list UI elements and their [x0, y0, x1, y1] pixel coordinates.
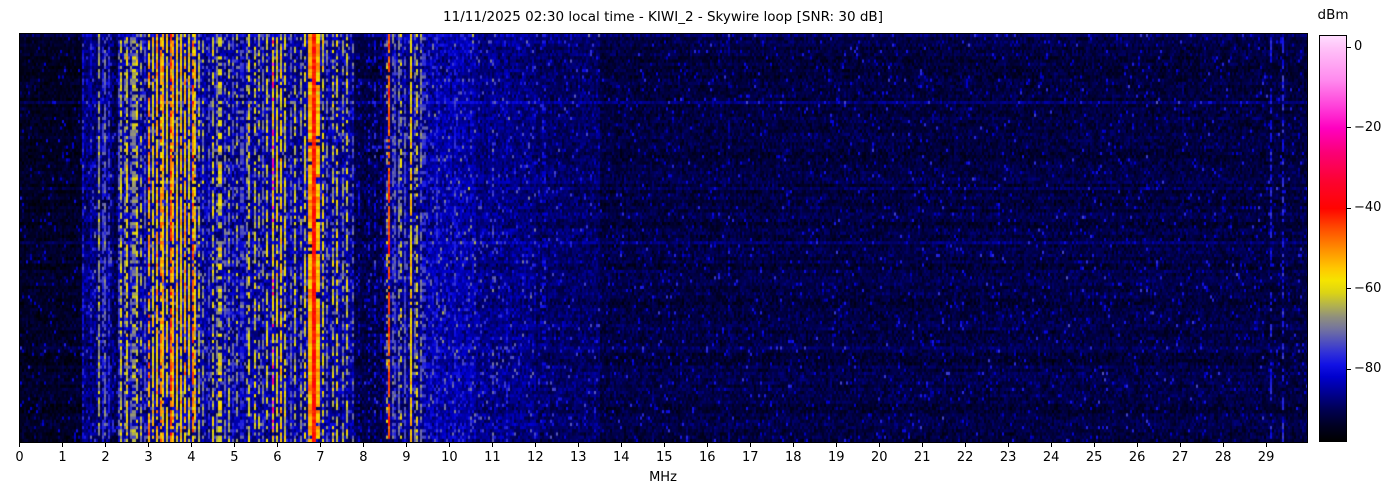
x-tick-mark [1007, 443, 1009, 447]
x-tick-mark [749, 443, 751, 447]
x-tick-label: 2 [101, 450, 110, 465]
spectrogram-figure: 11/11/2025 02:30 local time - KIWI_2 - S… [0, 0, 1400, 500]
x-tick-mark [61, 443, 63, 447]
x-tick-mark [1179, 443, 1181, 447]
x-tick-mark [964, 443, 966, 447]
x-tick-label: 5 [230, 450, 239, 465]
x-tick-mark [19, 443, 20, 447]
x-tick-mark [835, 443, 837, 447]
x-tick-label: 3 [144, 450, 153, 465]
x-tick-label: 24 [1042, 450, 1060, 465]
x-tick-mark [1050, 443, 1052, 447]
x-tick-mark [448, 443, 450, 447]
colorbar-tick-label: −40 [1354, 200, 1382, 216]
x-tick-label: 1 [58, 450, 67, 465]
colorbar-tick-mark [1347, 368, 1351, 370]
colorbar [1319, 35, 1347, 442]
x-tick-label: 11 [484, 450, 501, 465]
x-tick-mark [1222, 443, 1224, 447]
x-tick-label: 27 [1171, 450, 1189, 465]
x-tick-mark [663, 443, 665, 447]
x-tick-label: 16 [698, 450, 716, 465]
colorbar-tick-mark [1347, 288, 1351, 290]
x-tick-mark [1136, 443, 1138, 447]
x-tick-mark [362, 443, 364, 447]
x-tick-label: 6 [273, 450, 282, 465]
chart-title: 11/11/2025 02:30 local time - KIWI_2 - S… [443, 9, 883, 25]
colorbar-tick-label: −60 [1354, 280, 1382, 296]
x-tick-label: 18 [784, 450, 802, 465]
colorbar-tick-label: −20 [1354, 119, 1382, 135]
x-tick-label: 25 [1085, 450, 1103, 465]
x-tick-mark [620, 443, 622, 447]
colorbar-tick-mark [1347, 207, 1351, 209]
waterfall-canvas [20, 34, 1307, 442]
x-tick-label: 15 [656, 450, 673, 465]
x-tick-mark [1265, 443, 1267, 447]
x-tick-label: 23 [999, 450, 1017, 465]
x-tick-mark [792, 443, 794, 447]
plot-area [19, 33, 1308, 443]
x-tick-label: 14 [613, 450, 630, 465]
x-tick-label: 12 [527, 450, 544, 465]
x-tick-label: 20 [870, 450, 888, 465]
colorbar-tick-mark [1347, 127, 1351, 129]
x-tick-mark [276, 443, 278, 447]
colorbar-tick-label: 0 [1354, 39, 1363, 55]
x-tick-label: 26 [1128, 450, 1146, 465]
x-tick-label: 4 [187, 450, 196, 465]
x-tick-mark [319, 443, 321, 447]
x-tick-mark [577, 443, 579, 447]
x-axis-label: MHz [649, 470, 677, 485]
x-tick-label: 9 [402, 450, 411, 465]
x-tick-label: 28 [1214, 450, 1232, 465]
colorbar-label: dBm [1317, 7, 1349, 23]
x-tick-mark [491, 443, 493, 447]
x-tick-label: 29 [1257, 450, 1275, 465]
x-tick-mark [1093, 443, 1095, 447]
colorbar-tick-mark [1347, 46, 1351, 48]
x-tick-mark [233, 443, 235, 447]
x-tick-label: 19 [827, 450, 845, 465]
x-tick-label: 22 [956, 450, 974, 465]
x-tick-label: 7 [316, 450, 325, 465]
colorbar-tick-label: −80 [1354, 361, 1382, 377]
x-tick-mark [405, 443, 407, 447]
x-tick-mark [147, 443, 149, 447]
x-tick-mark [706, 443, 708, 447]
x-tick-mark [878, 443, 880, 447]
x-tick-label: 0 [15, 450, 24, 465]
x-tick-label: 21 [913, 450, 931, 465]
x-tick-mark [921, 443, 923, 447]
x-tick-mark [104, 443, 106, 447]
x-tick-label: 10 [441, 450, 458, 465]
x-tick-mark [534, 443, 536, 447]
x-tick-label: 13 [570, 450, 587, 465]
x-tick-label: 8 [359, 450, 368, 465]
x-tick-mark [190, 443, 192, 447]
x-tick-label: 17 [741, 450, 759, 465]
